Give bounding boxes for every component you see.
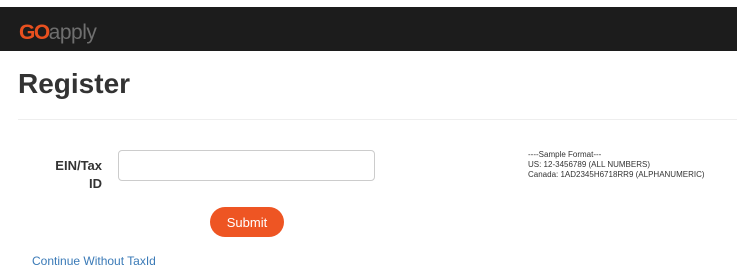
sample-format-us: US: 12-3456789 (ALL NUMBERS) xyxy=(528,160,650,169)
sample-format-hint: ----Sample Format--- US: 12-3456789 (ALL… xyxy=(528,150,705,180)
continue-without-taxid-link[interactable]: Continue Without TaxId xyxy=(32,254,156,268)
sample-format-heading: ----Sample Format--- xyxy=(528,150,602,159)
sample-format-canada: Canada: 1AD2345H6718RR9 (ALPHANUMERIC) xyxy=(528,170,705,179)
page-title: Register xyxy=(18,68,131,99)
title-divider xyxy=(18,119,737,120)
ein-tax-id-input[interactable] xyxy=(118,150,375,181)
submit-button[interactable]: Submit xyxy=(210,207,284,237)
logo-apply-text: apply xyxy=(48,21,97,44)
goapply-logo[interactable]: GOapply xyxy=(19,21,97,45)
ein-tax-id-label: EIN/Tax ID xyxy=(30,157,102,193)
ein-label-line2: ID xyxy=(89,176,102,191)
top-navbar: GOapply xyxy=(0,7,737,51)
logo-go-text: GO xyxy=(19,21,50,44)
ein-label-line1: EIN/Tax xyxy=(55,158,102,173)
